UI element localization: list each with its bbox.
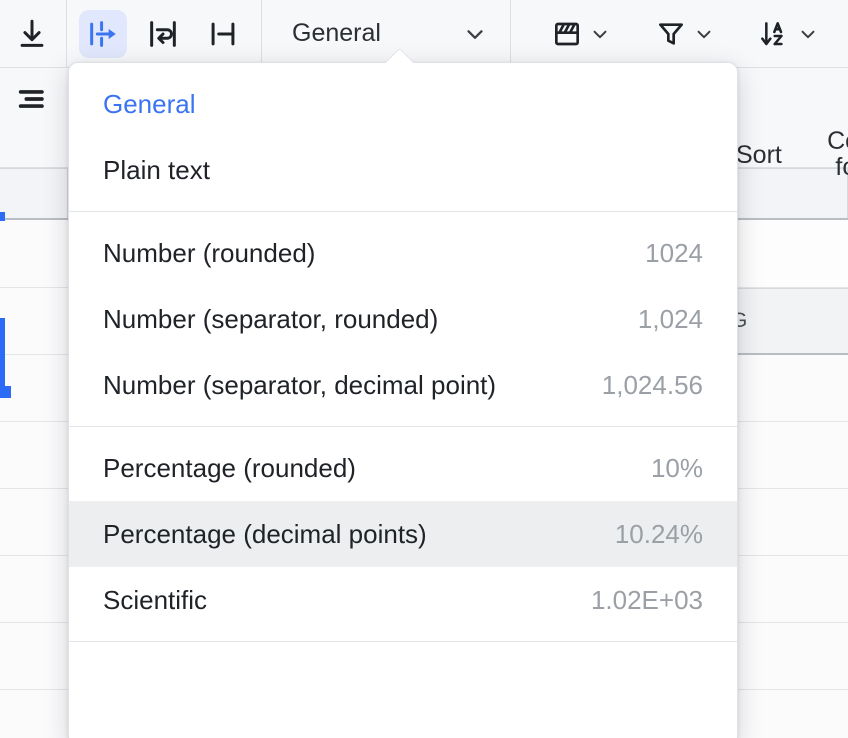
freeze-button[interactable]: [537, 10, 625, 58]
menu-section: Number (rounded) 1024 Number (separator, r…: [69, 212, 737, 426]
sort-tool-label[interactable]: Sort: [736, 142, 782, 168]
menu-item-sample: 1,024: [638, 304, 703, 335]
menu-section: Percentage (rounded) 10% Percentage (decim…: [69, 427, 737, 641]
toolbar-group-import: [0, 0, 66, 68]
toolbar-group-text-wrapping: [67, 0, 261, 68]
menu-item-sample: 1,024.56: [602, 370, 703, 401]
number-format-dropdown-label: General: [292, 19, 381, 48]
conditional-formatting-tool-label[interactable]: Con for: [805, 128, 848, 181]
chevron-down-icon: [589, 23, 611, 45]
toolbar-group-data-tools: [511, 0, 843, 68]
import-data-button[interactable]: [8, 10, 56, 58]
menu-item[interactable]: Percentage (rounded) 10%: [69, 435, 737, 501]
download-icon: [15, 17, 49, 51]
menu-item-label: Plain text: [103, 155, 210, 186]
filter-button[interactable]: [641, 10, 729, 58]
selection-marker: [0, 212, 5, 221]
menu-item-label: Number (separator, decimal point): [103, 370, 496, 401]
menu-item-sample: 1.02E+03: [591, 585, 703, 616]
text-wrap-icon: [146, 17, 180, 51]
menu-pointer-arrow: [383, 47, 417, 63]
menu-section: General Plain text: [69, 63, 737, 211]
toolbar: General: [0, 0, 848, 68]
menu-item-label: General: [103, 89, 196, 120]
menu-item-sample: 10.24%: [615, 519, 703, 550]
menu-item[interactable]: General: [69, 71, 737, 137]
chevron-down-icon: [462, 21, 488, 47]
menu-item-label: Percentage (decimal points): [103, 519, 427, 550]
menu-item[interactable]: Scientific 1.02E+03: [69, 567, 737, 633]
menu-item[interactable]: Number (separator, rounded) 1,024: [69, 286, 737, 352]
selection-handle[interactable]: [0, 386, 11, 398]
menu-item-label: Scientific: [103, 585, 207, 616]
grid-cell[interactable]: [737, 221, 848, 287]
filter-funnel-icon: [655, 18, 687, 50]
app-root: G Sort Con for: [0, 0, 848, 738]
text-clip-icon: [206, 17, 240, 51]
freeze-table-icon: [551, 18, 583, 50]
text-align-justify-icon: [15, 82, 49, 116]
menu-item-sample: 1024: [645, 238, 703, 269]
selection-marker: [0, 318, 5, 386]
grid-column-header-cell[interactable]: [0, 169, 68, 218]
conditional-formatting-label-line1: Con: [805, 128, 848, 154]
menu-item[interactable]: Percentage (decimal points) 10.24%: [69, 501, 737, 567]
menu-item[interactable]: Plain text: [69, 137, 737, 203]
menu-item-label: Percentage (rounded): [103, 453, 356, 484]
conditional-formatting-label-line2: for: [805, 154, 848, 180]
text-overflow-button[interactable]: [79, 10, 127, 58]
menu-item[interactable]: Number (rounded) 1024: [69, 220, 737, 286]
sort-az-icon: [759, 18, 791, 50]
grid-subheader-cell[interactable]: G: [737, 288, 848, 355]
sort-button[interactable]: [745, 10, 833, 58]
text-align-justify-button[interactable]: [9, 76, 55, 122]
menu-section: [69, 642, 737, 672]
text-wrap-button[interactable]: [139, 10, 187, 58]
menu-item-label: Number (separator, rounded): [103, 304, 438, 335]
chevron-down-icon: [693, 23, 715, 45]
number-format-menu: GeneralPlain textNumber (rounded)1024Num…: [68, 62, 738, 738]
text-clip-button[interactable]: [199, 10, 247, 58]
text-overflow-icon: [86, 17, 120, 51]
menu-item-sample: 10%: [651, 453, 703, 484]
menu-item-label: Number (rounded): [103, 238, 315, 269]
menu-item[interactable]: Number (separator, decimal point) 1,024.5…: [69, 352, 737, 418]
chevron-down-icon: [797, 23, 819, 45]
